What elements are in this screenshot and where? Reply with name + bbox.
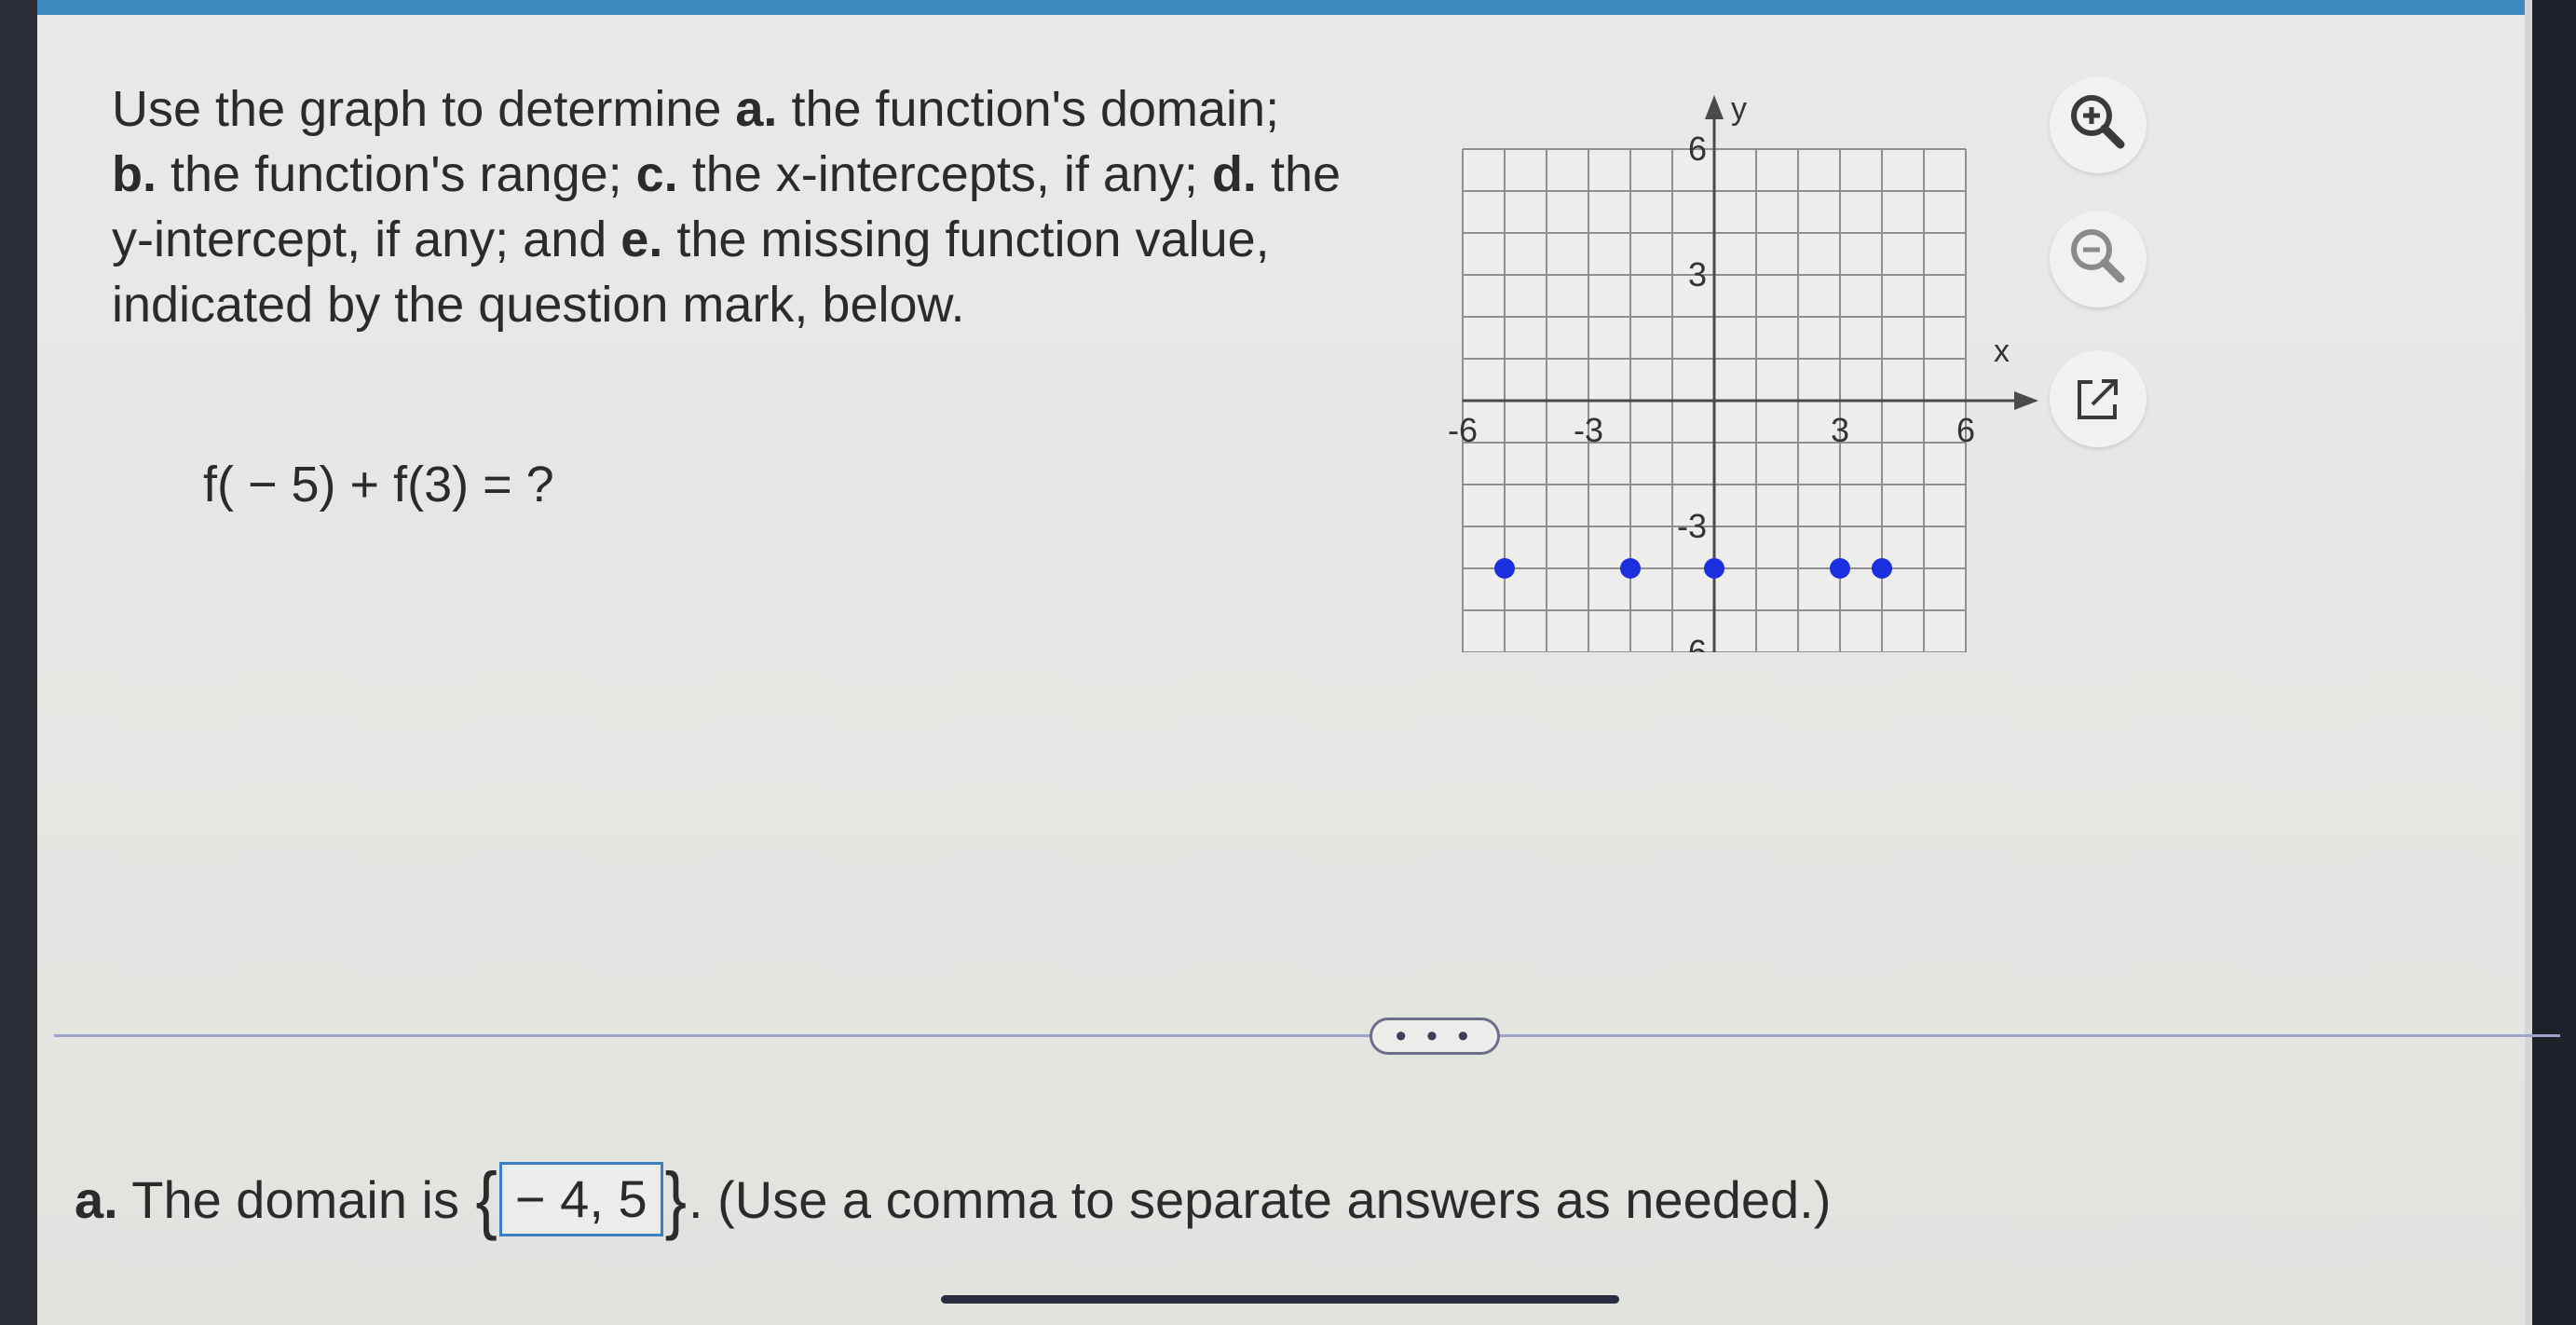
section-divider [54,1034,2560,1037]
close-brace: } [664,1157,687,1241]
x-tick-label: 3 [1831,411,1849,449]
x-tick-label: 6 [1956,411,1975,449]
external-window-icon [2078,379,2118,419]
y-axis-label: y [1731,91,1747,127]
question-seg-4: the x-intercepts, if any; [677,146,1212,202]
graph-point [1494,558,1515,579]
answer-line: a. The domain is { − 4, 5 } . (Use a com… [75,1157,1832,1241]
show-more-button[interactable]: • • • [1370,1018,1500,1055]
question-seg-3: the function's range; [157,146,636,202]
graph-point [1704,558,1724,579]
domain-answer-input[interactable]: − 4, 5 [498,1162,663,1236]
y-tick-label: 6 [1688,130,1707,168]
home-indicator [941,1295,1619,1304]
graph-point [1620,558,1641,579]
question-seg-2: the function's domain; [777,81,1280,137]
part-c-label: c. [635,146,678,202]
x-tick-label: -6 [1448,411,1478,449]
part-a-label: a. [735,81,778,137]
graph-point [1830,558,1850,579]
answer-instructions: . (Use a comma to separate answers as ne… [688,1169,1832,1229]
y-tick-label: -3 [1677,507,1707,545]
x-tick-label: -3 [1574,411,1603,449]
graph-point [1872,558,1892,579]
answer-part-label: a. [75,1169,118,1229]
x-axis-arrow [2014,391,2038,410]
x-axis-label: x [1994,334,2010,369]
y-tick-label: -6 [1677,633,1707,652]
y-tick-label: 3 [1688,255,1707,294]
question-seg-1: Use the graph to determine [112,81,736,137]
part-e-label: e. [620,212,663,267]
open-brace: { [475,1157,497,1241]
part-b-label: b. [112,146,157,202]
question-text: Use the graph to determine a. the functi… [112,76,1360,337]
zoom-in-button[interactable] [2050,76,2147,173]
function-graph[interactable]: x y -6 -3 3 6 6 3 -3 -6 [1425,75,2059,652]
top-accent-bar [37,0,2525,15]
part-d-label: d. [1211,146,1257,202]
open-in-new-window-button[interactable] [2050,350,2147,447]
function-expression: f( − 5) + f(3) = ? [203,457,554,512]
y-axis-arrow [1705,95,1724,119]
zoom-in-icon [2071,95,2125,149]
answer-prompt: The domain is [117,1169,474,1229]
zoom-out-icon [2071,229,2125,283]
zoom-out-button[interactable] [2050,211,2147,307]
